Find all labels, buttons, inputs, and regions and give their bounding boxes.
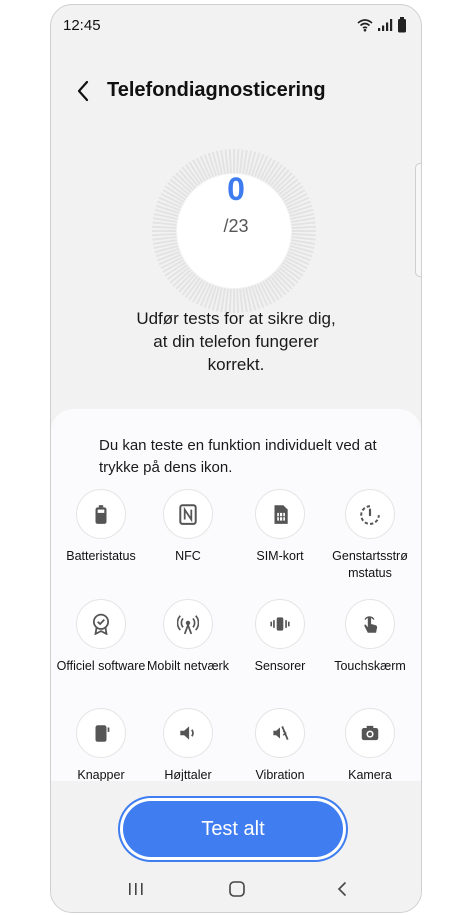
intro-text: Udfør tests for at sikre dig, at din tel… — [136, 309, 336, 374]
test-tile-label: SIM-kort — [256, 549, 304, 563]
vibration-icon — [273, 726, 289, 740]
completed-count: 0 — [227, 171, 245, 207]
camera-icon — [361, 725, 379, 741]
test-tile-sensor[interactable]: Sensorer — [235, 599, 325, 675]
status-bar: 12:45 — [51, 5, 421, 41]
test-tile-camera[interactable]: Kamera — [325, 708, 415, 784]
test-tile-icon-circle — [76, 599, 126, 649]
test-tile-icon-circle — [163, 599, 213, 649]
test-tile-icon-circle — [255, 489, 305, 539]
phone-screen: 12:45 Telefondiagnosticering 0 /23 Udfør… — [50, 4, 422, 913]
test-tile-nfc[interactable]: NFC — [143, 489, 233, 565]
page-title: Telefondiagnosticering — [107, 79, 326, 101]
test-tile-icon-circle — [255, 599, 305, 649]
test-tile-cell-tower[interactable]: Mobilt netværk — [143, 599, 233, 675]
home-button[interactable] — [222, 877, 252, 901]
chevron-left-icon — [77, 80, 89, 102]
test-tile-label: Sensorer — [254, 659, 306, 673]
panel-hint: Du kan teste en funktion individuelt ved… — [99, 437, 377, 476]
test-tile-label: Genstartsstrø mstatus — [332, 549, 408, 580]
home-icon — [229, 881, 245, 897]
test-tile-icon-circle — [345, 708, 395, 758]
recent-apps-button[interactable] — [121, 877, 151, 901]
test-tile-label: Touchskærm — [334, 659, 406, 673]
sensor-icon — [270, 617, 290, 631]
test-tile-label: Mobilt netværk — [147, 659, 229, 673]
speaker-icon — [180, 726, 194, 740]
status-icons — [357, 17, 407, 33]
test-tile-icon-circle — [163, 489, 213, 539]
navigation-bar — [51, 867, 421, 912]
side-button-icon — [95, 725, 110, 742]
test-tile-icon-circle — [163, 708, 213, 758]
header: Telefondiagnosticering — [51, 65, 421, 117]
test-all-button[interactable]: Test alt — [123, 801, 343, 857]
test-tile-label: NFC — [175, 549, 201, 563]
test-tile-icon-circle — [345, 599, 395, 649]
test-tile-restart[interactable]: Genstartsstrø mstatus — [325, 489, 415, 582]
test-tile-icon-circle — [76, 708, 126, 758]
sim-card-icon — [274, 505, 288, 524]
back-nav-button[interactable] — [327, 877, 357, 901]
battery-status-icon — [398, 17, 406, 33]
back-button[interactable] — [69, 77, 97, 105]
battery-icon — [95, 505, 107, 524]
bottom-area: Test alt — [51, 781, 421, 912]
nfc-icon — [179, 504, 197, 525]
touch-icon — [364, 616, 378, 633]
test-panel: Du kan teste en funktion individuelt ved… — [51, 409, 421, 829]
test-tile-touch[interactable]: Touchskærm — [325, 599, 415, 675]
test-tile-icon-circle — [76, 489, 126, 539]
restart-icon — [360, 505, 380, 525]
test-tile-battery[interactable]: Batteristatus — [56, 489, 146, 565]
signal-icon — [378, 19, 393, 31]
test-tile-icon-circle — [345, 489, 395, 539]
test-tile-speaker[interactable]: Højttaler — [143, 708, 233, 784]
recent-apps-icon — [129, 883, 143, 895]
cell-tower-icon — [177, 615, 199, 635]
test-tile-certified-badge[interactable]: Officiel software — [56, 599, 146, 675]
test-tile-label: Officiel software — [56, 659, 146, 673]
test-tile-vibration[interactable]: Vibration — [235, 708, 325, 784]
total-count: /23 — [223, 216, 249, 236]
wifi-icon — [357, 19, 373, 32]
test-tile-icon-circle — [255, 708, 305, 758]
test-tile-label: Batteristatus — [66, 549, 136, 563]
test-tile-sim-card[interactable]: SIM-kort — [235, 489, 325, 565]
certified-badge-icon — [92, 613, 110, 635]
test-tile-side-button[interactable]: Knapper — [56, 708, 146, 784]
status-time: 12:45 — [63, 17, 101, 34]
back-icon — [337, 882, 346, 896]
